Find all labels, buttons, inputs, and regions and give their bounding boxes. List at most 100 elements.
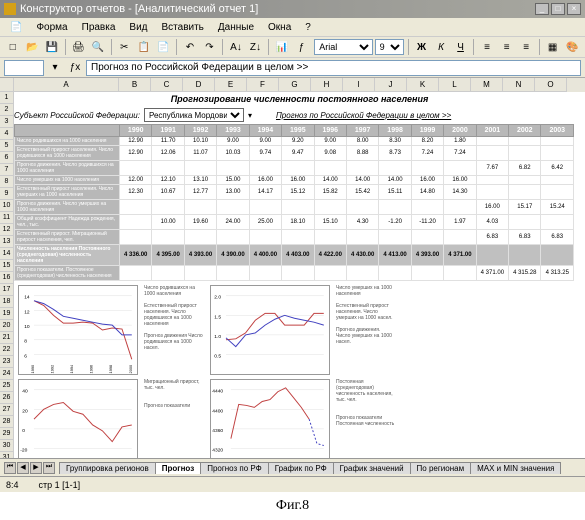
data-cell[interactable]: 16.00 <box>476 200 508 215</box>
data-cell[interactable] <box>282 161 314 176</box>
year-header-cell[interactable]: 1991 <box>152 125 184 137</box>
row-label-cell[interactable]: Численность населения Постоянного (средн… <box>15 245 120 266</box>
row-header[interactable]: 29 <box>0 428 14 440</box>
year-header-cell[interactable]: 1993 <box>217 125 249 137</box>
data-cell[interactable]: 8.20 <box>411 137 443 146</box>
data-cell[interactable] <box>346 230 378 245</box>
data-cell[interactable]: -1.20 <box>379 215 411 230</box>
size-select[interactable]: 9 <box>375 39 404 55</box>
font-select[interactable]: Arial <box>314 39 372 55</box>
data-cell[interactable]: 14.30 <box>444 185 476 200</box>
data-cell[interactable]: 11.70 <box>152 137 184 146</box>
data-cell[interactable]: 10.03 <box>217 146 249 161</box>
data-cell[interactable] <box>476 137 508 146</box>
maximize-button[interactable]: □ <box>551 3 565 15</box>
col-header[interactable]: K <box>407 78 439 92</box>
tab-forecast-rf[interactable]: Прогноз по РФ <box>200 462 269 474</box>
col-header[interactable]: L <box>439 78 471 92</box>
data-cell[interactable]: 9.47 <box>282 146 314 161</box>
data-cell[interactable]: 12.90 <box>120 146 152 161</box>
italic-button[interactable]: К <box>432 38 450 56</box>
menu-help[interactable]: ? <box>299 20 317 35</box>
data-cell[interactable]: 6.42 <box>541 161 574 176</box>
data-cell[interactable]: 4 315.28 <box>509 266 541 281</box>
migration-chart[interactable]: 4020 0-20 <box>18 379 138 458</box>
row-header[interactable]: 21 <box>0 332 14 344</box>
row-header[interactable]: 26 <box>0 392 14 404</box>
data-cell[interactable] <box>379 230 411 245</box>
data-cell[interactable]: 15.42 <box>346 185 378 200</box>
cell-reference-input[interactable] <box>4 60 44 76</box>
data-cell[interactable] <box>217 161 249 176</box>
data-cell[interactable] <box>314 266 346 281</box>
func-icon[interactable]: ƒ <box>293 38 311 56</box>
data-cell[interactable] <box>476 146 508 161</box>
row-header[interactable]: 1 <box>0 92 14 104</box>
data-cell[interactable] <box>541 146 574 161</box>
data-cell[interactable] <box>346 266 378 281</box>
row-header[interactable]: 24 <box>0 368 14 380</box>
row-header[interactable]: 10 <box>0 200 14 212</box>
data-cell[interactable] <box>476 176 508 185</box>
data-cell[interactable]: 7.24 <box>444 146 476 161</box>
data-cell[interactable] <box>184 161 216 176</box>
minimize-button[interactable]: _ <box>535 3 549 15</box>
forecast-rf-link[interactable]: Прогноз по Российской Федерации в целом … <box>276 111 451 120</box>
data-cell[interactable]: 4.30 <box>346 215 378 230</box>
row-header[interactable]: 3 <box>0 116 14 128</box>
data-cell[interactable] <box>249 200 281 215</box>
data-cell[interactable] <box>249 161 281 176</box>
year-header-cell[interactable]: 1997 <box>346 125 378 137</box>
data-cell[interactable]: 9.20 <box>282 137 314 146</box>
print-icon[interactable]: 🖨 <box>70 38 88 56</box>
data-cell[interactable] <box>541 137 574 146</box>
data-cell[interactable]: 10.00 <box>152 215 184 230</box>
year-header-cell[interactable]: 1999 <box>411 125 443 137</box>
data-cell[interactable]: 7.24 <box>411 146 443 161</box>
tab-prev-icon[interactable]: ◀ <box>17 462 29 474</box>
data-cell[interactable]: 12.06 <box>152 146 184 161</box>
row-header[interactable]: 14 <box>0 248 14 260</box>
data-cell[interactable]: 15.82 <box>314 185 346 200</box>
data-cell[interactable]: 12.30 <box>120 185 152 200</box>
copy-icon[interactable]: 📋 <box>135 38 153 56</box>
tab-last-icon[interactable]: ⏭ <box>43 462 55 474</box>
data-cell[interactable] <box>379 266 411 281</box>
data-cell[interactable]: 4 413.00 <box>379 245 411 266</box>
data-cell[interactable]: 16.00 <box>282 176 314 185</box>
menu-windows[interactable]: Окна <box>262 20 297 35</box>
row-label-cell[interactable]: Число умерших на 1000 населения <box>15 176 120 185</box>
data-cell[interactable] <box>314 161 346 176</box>
data-cell[interactable] <box>509 185 541 200</box>
data-cell[interactable] <box>379 200 411 215</box>
bold-button[interactable]: Ж <box>413 38 431 56</box>
year-header-cell[interactable]: 2002 <box>509 125 541 137</box>
data-cell[interactable] <box>184 266 216 281</box>
year-header-cell[interactable]: 1994 <box>249 125 281 137</box>
menu-view[interactable]: Вид <box>123 20 153 35</box>
col-header[interactable]: G <box>279 78 311 92</box>
row-label-cell[interactable]: Естественный прирост населения. Число ум… <box>15 185 120 200</box>
data-cell[interactable]: 12.90 <box>120 137 152 146</box>
data-cell[interactable]: 15.17 <box>509 200 541 215</box>
data-cell[interactable]: 1.80 <box>444 137 476 146</box>
redo-icon[interactable]: ↷ <box>201 38 219 56</box>
open-icon[interactable]: 📂 <box>24 38 42 56</box>
row-header[interactable]: 9 <box>0 188 14 200</box>
row-label-cell[interactable]: Общий коэффициент Надежда рождения, чел.… <box>15 215 120 230</box>
col-header[interactable]: J <box>375 78 407 92</box>
year-header-cell[interactable]: 1992 <box>184 125 216 137</box>
data-cell[interactable]: 4 430.00 <box>346 245 378 266</box>
deaths-chart[interactable]: 2.01.5 1.00.5 <box>210 285 330 375</box>
save-icon[interactable]: 💾 <box>43 38 61 56</box>
data-cell[interactable]: 15.24 <box>541 200 574 215</box>
menu-form[interactable]: Форма <box>30 20 73 35</box>
data-cell[interactable]: 6.83 <box>509 230 541 245</box>
wizard-icon[interactable]: ƒx <box>66 59 84 77</box>
year-header-cell[interactable]: 1995 <box>282 125 314 137</box>
col-header[interactable]: E <box>215 78 247 92</box>
align-right-icon[interactable]: ≡ <box>517 38 535 56</box>
data-cell[interactable] <box>120 200 152 215</box>
menu-data[interactable]: Данные <box>212 20 260 35</box>
data-cell[interactable]: 4 390.00 <box>217 245 249 266</box>
